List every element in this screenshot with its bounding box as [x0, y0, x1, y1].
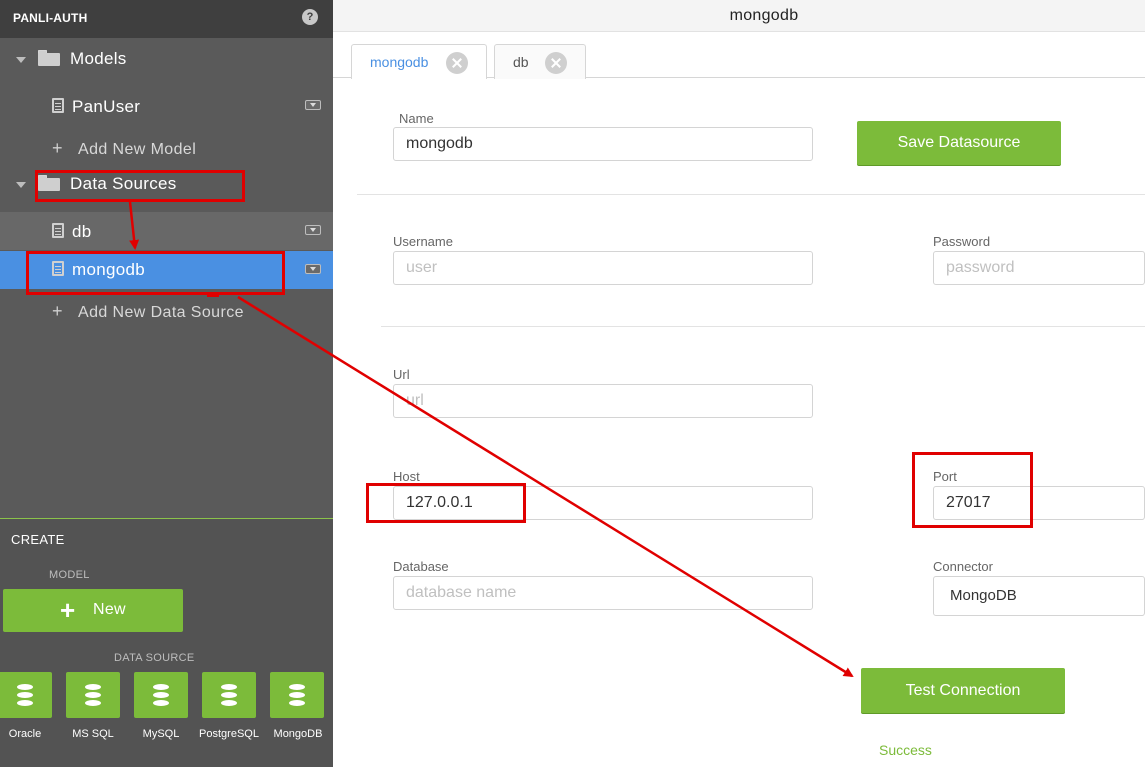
close-icon[interactable]	[446, 52, 468, 74]
caret-down-icon[interactable]	[16, 182, 26, 188]
password-input[interactable]	[933, 251, 1145, 285]
item-dropdown-icon[interactable]	[305, 264, 321, 274]
database-icon	[85, 684, 101, 706]
folder-icon	[38, 50, 60, 66]
project-title: PANLI-AUTH	[13, 11, 88, 25]
divider	[381, 326, 1145, 327]
datasource-tile-mongodb[interactable]	[270, 672, 324, 718]
annotation-box-datasources	[35, 170, 245, 202]
tree-item-db[interactable]: db	[0, 212, 333, 250]
tab-db[interactable]: db	[494, 44, 586, 79]
datasource-tile-oracle[interactable]	[0, 672, 52, 718]
database-icon	[17, 684, 33, 706]
tab-mongodb[interactable]: mongodb	[351, 44, 487, 79]
datasource-label-mongodb: MongoDB	[273, 728, 323, 740]
username-input[interactable]	[393, 251, 813, 285]
datasource-tile-mysql[interactable]	[134, 672, 188, 718]
host-label: Host	[393, 469, 420, 484]
create-title: CREATE	[11, 532, 65, 547]
datasource-tile-mssql[interactable]	[66, 672, 120, 718]
connector-label: Connector	[933, 559, 993, 574]
database-icon	[153, 684, 169, 706]
database-label: Database	[393, 559, 449, 574]
connection-status: Success	[879, 742, 932, 758]
tree-item-label: PanUser	[72, 97, 141, 116]
tree-group-models[interactable]: Models	[0, 40, 333, 78]
database-input[interactable]	[393, 576, 813, 610]
help-icon[interactable]: ?	[302, 9, 318, 25]
tree-item-label: db	[72, 222, 92, 241]
database-icon	[289, 684, 305, 706]
caret-down-icon[interactable]	[16, 57, 26, 63]
name-input[interactable]	[393, 127, 813, 161]
main-panel: mongodb mongodb db Name Save Datasource …	[333, 0, 1145, 767]
plus-icon: +	[52, 138, 63, 158]
plus-icon: +	[60, 595, 76, 625]
url-label: Url	[393, 367, 410, 382]
model-section-label: MODEL	[49, 569, 90, 581]
add-new-datasource-label: Add New Data Source	[78, 304, 244, 321]
annotation-box-host	[366, 483, 526, 523]
datasource-label-postgresql: PostgreSQL	[199, 728, 259, 740]
database-icon	[221, 684, 237, 706]
url-input[interactable]	[393, 384, 813, 418]
title-bar: mongodb	[333, 0, 1145, 32]
add-new-model-label: Add New Model	[78, 141, 197, 158]
tab-label: db	[513, 54, 529, 70]
username-label: Username	[393, 234, 453, 249]
annotation-box-mongodb	[26, 251, 285, 295]
test-connection-button[interactable]: Test Connection	[861, 668, 1065, 713]
sidebar: PANLI-AUTH ? Models PanUser + Add New Mo…	[0, 0, 333, 767]
datasource-label-mssql: MS SQL	[72, 728, 114, 740]
close-icon[interactable]	[545, 52, 567, 74]
name-label: Name	[399, 111, 434, 126]
datasource-label-oracle: Oracle	[8, 728, 42, 740]
password-label: Password	[933, 234, 991, 249]
sidebar-header: PANLI-AUTH ?	[0, 0, 333, 38]
save-datasource-button[interactable]: Save Datasource	[857, 121, 1061, 165]
create-panel: CREATE MODEL + New DATA SOURCE Oracle MS…	[0, 518, 333, 767]
item-dropdown-icon[interactable]	[305, 100, 321, 110]
document-icon	[52, 223, 64, 238]
datasource-label-mysql: MySQL	[142, 728, 180, 740]
connector-select[interactable]: MongoDB	[933, 576, 1145, 616]
add-new-datasource[interactable]: + Add New Data Source	[0, 293, 333, 331]
item-dropdown-icon[interactable]	[305, 225, 321, 235]
datasource-tile-postgresql[interactable]	[202, 672, 256, 718]
add-new-model[interactable]: + Add New Model	[0, 130, 333, 168]
datasource-section-label: DATA SOURCE	[114, 652, 195, 664]
tree-item-panuser[interactable]: PanUser	[0, 87, 333, 125]
annotation-box-port	[912, 452, 1033, 528]
divider	[357, 194, 1145, 195]
document-icon	[52, 98, 64, 113]
new-model-label: New	[93, 601, 126, 618]
plus-icon: +	[52, 301, 63, 321]
tab-bar: mongodb db	[333, 32, 1145, 79]
page-title: mongodb	[729, 7, 799, 24]
tree-group-label: Models	[70, 49, 127, 68]
tab-label: mongodb	[370, 54, 429, 70]
new-model-button[interactable]: + New	[3, 589, 183, 632]
